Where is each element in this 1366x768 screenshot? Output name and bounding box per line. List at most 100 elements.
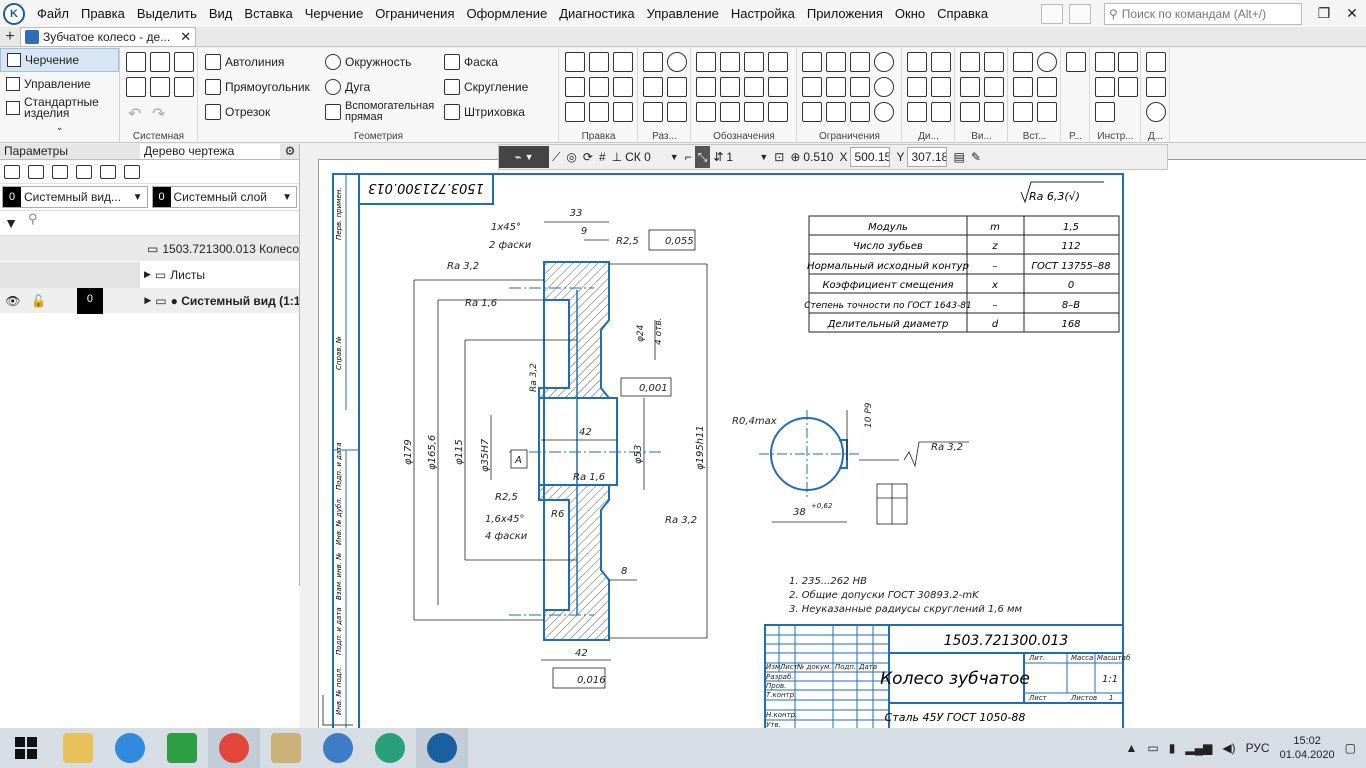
menu-drawing[interactable]: Черчение [299, 6, 370, 21]
instr-2-icon[interactable] [1118, 52, 1138, 72]
array-icon[interactable] [565, 102, 585, 122]
chamfer-button[interactable]: Фаска [444, 51, 498, 73]
pipette-icon[interactable]: ✎ [968, 146, 984, 168]
constraint-11-icon[interactable] [850, 102, 870, 122]
new-layer-icon[interactable] [28, 164, 44, 179]
rotate-icon[interactable] [565, 77, 585, 97]
kompas-app[interactable] [416, 728, 468, 768]
erase-icon[interactable] [52, 164, 68, 179]
d-2-icon[interactable] [1146, 77, 1166, 97]
ortho-icon[interactable]: ⌐ [682, 146, 695, 168]
audio-app[interactable] [312, 728, 364, 768]
mode-control[interactable]: Управление [0, 72, 119, 96]
menu-constraints[interactable]: Ограничения [369, 6, 460, 21]
insert-4-icon[interactable] [1037, 77, 1057, 97]
circle-button[interactable]: Окружность [325, 51, 411, 73]
view-5-icon[interactable] [960, 102, 980, 122]
y-field[interactable]: Y 307.189 [893, 146, 950, 168]
command-search-input[interactable]: ⚲ Поиск по командам (Alt+/) [1104, 2, 1302, 25]
mode-drawing[interactable]: Черчение [0, 48, 119, 72]
constraint-1-icon[interactable] [802, 52, 822, 72]
eye-icon[interactable]: 👁 [0, 294, 26, 308]
rectangle-button[interactable]: Прямоугольник [205, 76, 310, 98]
move-icon[interactable] [565, 52, 585, 72]
menu-apps[interactable]: Приложения [801, 6, 889, 21]
constraint-4-icon[interactable] [874, 52, 894, 72]
grid-table-icon[interactable] [720, 102, 740, 122]
view-1-icon[interactable] [960, 52, 980, 72]
di-3-icon[interactable] [907, 77, 927, 97]
text-large-icon[interactable] [696, 102, 716, 122]
zoom-field[interactable]: ⊕ 0.510 [787, 146, 836, 168]
network-icon[interactable]: ▭ [1147, 741, 1158, 755]
radius-dim-icon[interactable] [667, 77, 687, 97]
filter-icon[interactable]: ▼ [0, 215, 22, 231]
insert-5-icon[interactable] [1013, 102, 1033, 122]
tree-root[interactable]: ▭ 1503.721300.013 Колесо [0, 236, 299, 262]
view-3-icon[interactable] [960, 77, 980, 97]
insert-6-icon[interactable] [1037, 102, 1057, 122]
document-tab[interactable]: Зубчатое колесо - де... ✕ [20, 26, 197, 47]
image-icon[interactable] [100, 164, 116, 179]
menu-view[interactable]: Вид [203, 6, 239, 21]
kompas-logo-icon[interactable]: K [3, 2, 25, 25]
chain-dim-icon[interactable] [667, 102, 687, 122]
start-button[interactable] [0, 728, 52, 768]
mirror-icon[interactable] [613, 52, 633, 72]
insert-image-icon[interactable] [1013, 77, 1033, 97]
archiver-app[interactable] [260, 728, 312, 768]
ie-app[interactable] [104, 728, 156, 768]
calc-icon[interactable]: ▤ [950, 146, 967, 168]
menu-control[interactable]: Управление [641, 6, 725, 21]
scale-icon[interactable] [589, 77, 609, 97]
preview-icon[interactable] [150, 77, 170, 97]
explorer-app[interactable] [52, 728, 104, 768]
constraint-5-icon[interactable] [802, 77, 822, 97]
expand-arrow-icon[interactable]: ▶ [144, 269, 151, 280]
instr-3-icon[interactable] [1095, 77, 1115, 97]
tree-sheets[interactable]: ▶ ▭ Листы [0, 261, 299, 288]
notifications-icon[interactable]: ▢ [1345, 741, 1356, 755]
constraint-2-icon[interactable] [826, 52, 846, 72]
break-icon[interactable] [613, 102, 633, 122]
menu-edit[interactable]: Правка [75, 6, 131, 21]
segment-button[interactable]: Отрезок [205, 101, 270, 123]
clock[interactable]: 15:02 01.04.2020 [1280, 734, 1335, 762]
mode-standard-parts[interactable]: Стандартные изделия [0, 96, 119, 120]
menu-file[interactable]: Файл [31, 6, 75, 21]
di-5-icon[interactable] [907, 102, 927, 122]
menu-select[interactable]: Выделить [131, 6, 203, 21]
di-2-icon[interactable] [931, 52, 951, 72]
view-2-icon[interactable] [984, 52, 1004, 72]
view-6-icon[interactable] [984, 102, 1004, 122]
table-icon[interactable] [720, 77, 740, 97]
new-tab-icon[interactable]: + [0, 28, 20, 46]
new-doc-icon[interactable] [126, 52, 146, 72]
instr-4-icon[interactable] [1118, 77, 1138, 97]
lightning-icon[interactable] [744, 102, 764, 122]
insert-1-icon[interactable] [1013, 52, 1033, 72]
local-snap-icon[interactable]: ⤡ [694, 146, 711, 168]
tab-parameters[interactable]: Параметры [0, 144, 140, 159]
autoline-button[interactable]: Автолиния [205, 51, 284, 73]
arrow-view-icon[interactable] [768, 102, 788, 122]
export-icon[interactable] [174, 77, 194, 97]
angle-dim-icon[interactable] [643, 77, 663, 97]
signal-icon[interactable]: ▂▄▆ [1185, 741, 1212, 755]
tab-drawing-tree[interactable]: Дерево чертежа [140, 144, 280, 159]
new-view-icon[interactable] [4, 164, 20, 179]
tree-system-view[interactable]: 👁 🔓 0 ▶ ▭ ● Системный вид (1:1 [0, 287, 299, 314]
mark-icon[interactable] [744, 52, 764, 72]
arc-button[interactable]: Дуга [325, 76, 370, 98]
expand-chevron-icon[interactable]: ⌄ [0, 122, 119, 133]
constraint-9-icon[interactable] [802, 102, 822, 122]
base-icon[interactable] [768, 52, 788, 72]
view-4-icon[interactable] [984, 77, 1004, 97]
d-3-icon[interactable] [1146, 102, 1166, 122]
constraint-7-icon[interactable] [850, 77, 870, 97]
gear-icon[interactable]: ⚙ [281, 144, 299, 159]
r-1-icon[interactable] [1066, 52, 1086, 72]
di-1-icon[interactable] [907, 52, 927, 72]
aux-line-button[interactable]: Вспомогательная прямая [325, 101, 435, 123]
save-icon[interactable] [174, 52, 194, 72]
